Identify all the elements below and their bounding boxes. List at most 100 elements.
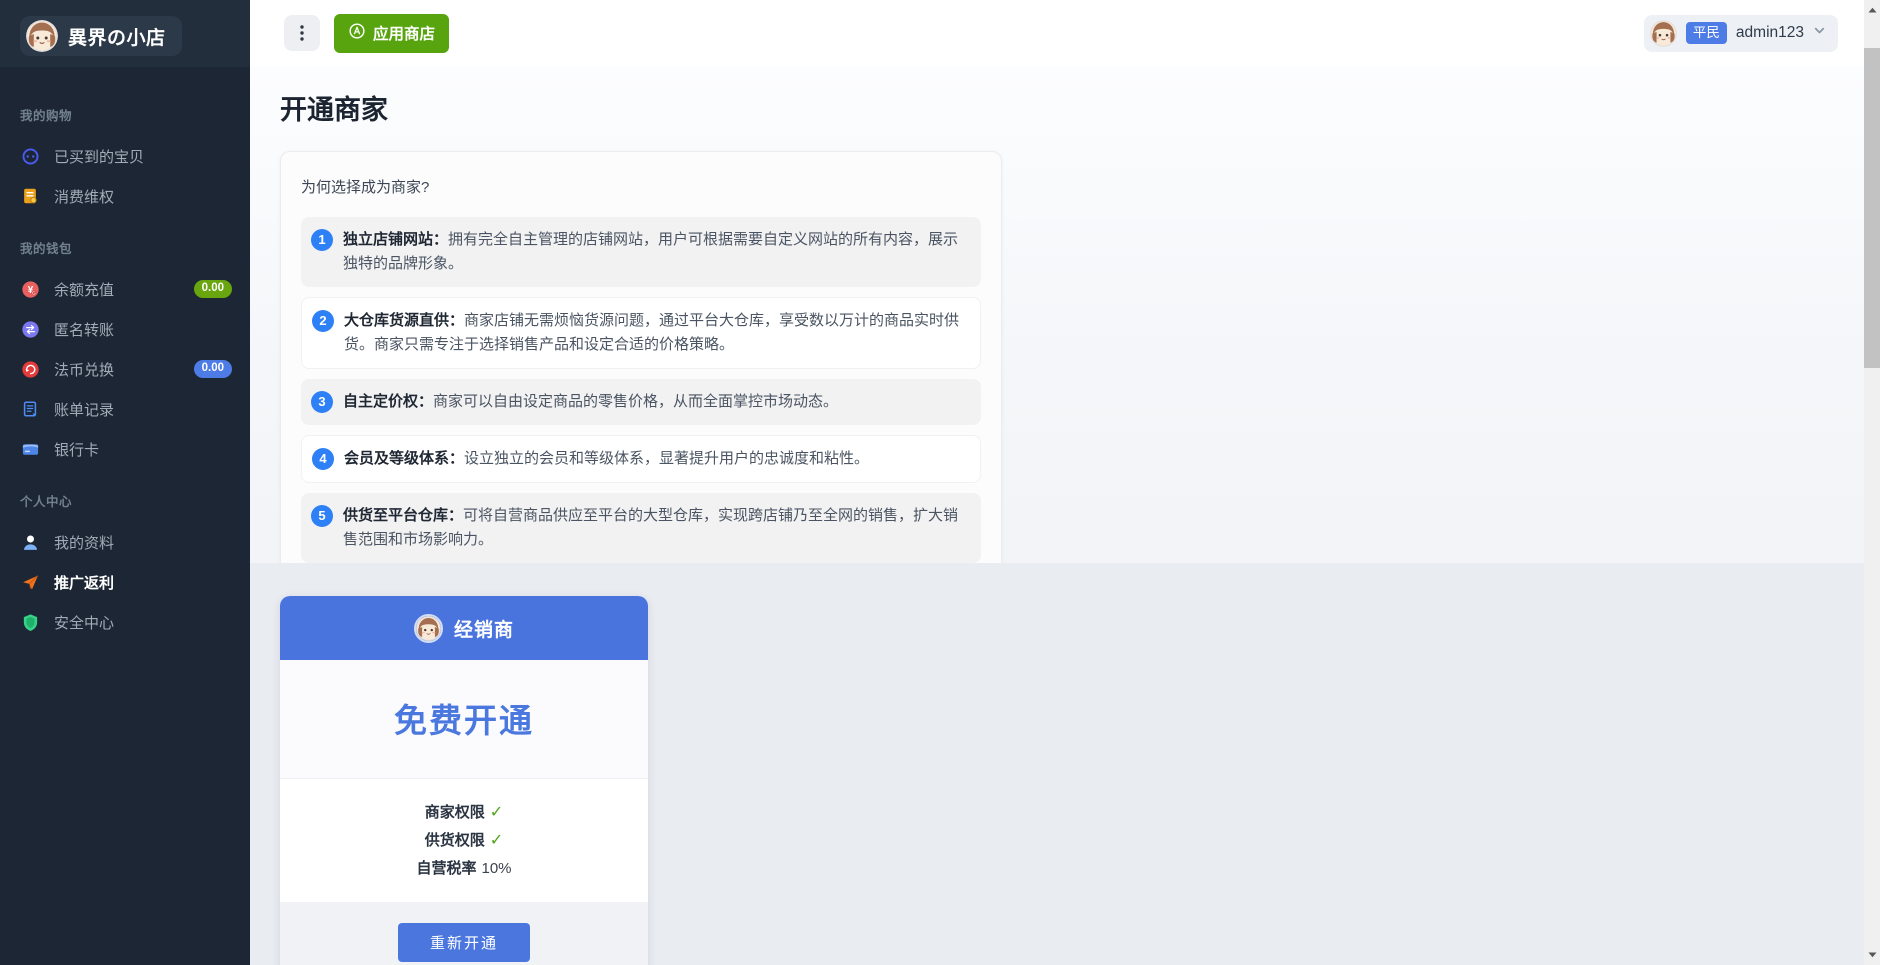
recharge-icon: ¥G <box>20 279 40 299</box>
promotion-icon <box>20 572 40 592</box>
merchant-section: 开通商家 为何选择成为商家? 1独立店铺网站：拥有完全自主管理的店铺网站，用户可… <box>250 66 1864 563</box>
app-store-label: 应用商店 <box>373 22 435 44</box>
sidebar-item-label: 匿名转账 <box>54 319 114 340</box>
feature-value: 10% <box>481 860 511 877</box>
plan-feature: 自营税率 10% <box>280 857 648 878</box>
price-block: 免费开通 <box>280 660 648 779</box>
sidebar-item-bill-records[interactable]: 账单记录 <box>0 389 250 429</box>
page-scrollbar[interactable] <box>1864 0 1880 965</box>
sidebar-item-label: 账单记录 <box>54 399 114 420</box>
amount-badge: 0.00 <box>194 360 232 378</box>
app-root: 異界の小店 我的购物已买到的宝贝消费维权我的钱包 ¥G 余额充值 0.00 匿名转账法币… <box>0 0 1880 965</box>
check-icon: ✓ <box>490 832 503 849</box>
sidebar-item-label: 安全中心 <box>54 612 114 633</box>
benefit-number-badge: 2 <box>312 310 334 332</box>
benefits-list: 1独立店铺网站：拥有完全自主管理的店铺网站，用户可根据需要自定义网站的所有内容，… <box>301 217 981 563</box>
consumer-rights-icon <box>20 186 40 206</box>
benefit-item-4: 4 会员及等级体系：设立独立的会员和等级体系，显著提升用户的忠诚度和粘性。 <box>301 435 981 483</box>
benefits-question: 为何选择成为商家? <box>301 176 981 197</box>
benefit-item-1: 1独立店铺网站：拥有完全自主管理的店铺网站，用户可根据需要自定义网站的所有内容，… <box>301 217 981 287</box>
chevron-down-icon <box>1813 24 1826 42</box>
sidebar-item-label: 余额充值 <box>54 279 114 300</box>
kebab-icon <box>295 24 309 42</box>
profile-icon <box>20 532 40 552</box>
benefit-item-5: 5供货至平台仓库：可将自营商品供应至平台的大型仓库，实现跨店铺乃至全网的销售，扩… <box>301 493 981 563</box>
sidebar-item-anonymous-transfer[interactable]: 匿名转账 <box>0 309 250 349</box>
user-menu[interactable]: 平民 admin123 <box>1644 15 1838 52</box>
security-icon <box>20 612 40 632</box>
benefit-number-badge: 1 <box>311 229 333 251</box>
app-title: 異界の小店 <box>68 23 166 50</box>
transfer-icon <box>20 319 40 339</box>
plan-name: 经销商 <box>454 615 514 642</box>
app-store-icon <box>348 22 366 45</box>
svg-text:G: G <box>31 290 35 296</box>
app-store-button[interactable]: 应用商店 <box>334 14 449 53</box>
user-avatar <box>1650 20 1677 47</box>
scrollbar-down-arrow[interactable] <box>1864 947 1880 963</box>
sidebar-item-promotion-rebate[interactable]: 推广返利 <box>0 562 250 602</box>
sidebar-item-label: 我的资料 <box>54 532 114 553</box>
sidebar-item-label: 法币兑换 <box>54 359 114 380</box>
sidebar-section-label: 个人中心 <box>0 469 250 522</box>
benefit-description: 设立独立的会员和等级体系，显著提升用户的忠诚度和粘性。 <box>464 450 869 467</box>
page-title: 开通商家 <box>280 88 1864 127</box>
benefit-title: 独立店铺网站： <box>343 231 448 248</box>
price-text: 免费开通 <box>394 702 534 739</box>
features-list: 商家权限 ✓ 供货权限 ✓ 自营税率 10% <box>280 779 648 902</box>
bank-card-icon <box>20 439 40 459</box>
pricing-card-header: 经销商 <box>280 596 648 660</box>
sidebar-item-bank-card[interactable]: 银行卡 <box>0 429 250 469</box>
feature-label: 自营税率 <box>416 860 476 877</box>
app-logo[interactable]: 異界の小店 <box>20 16 182 56</box>
benefit-description: 商家可以自由设定商品的零售价格，从而全面掌控市场动态。 <box>433 393 838 410</box>
plan-feature: 供货权限 ✓ <box>280 829 648 850</box>
amount-badge: 0.00 <box>194 280 232 298</box>
menu-kebab-button[interactable] <box>284 15 320 51</box>
benefit-number-badge: 5 <box>311 505 333 527</box>
topbar: 应用商店 平民 admin123 <box>250 0 1864 66</box>
sidebar-item-label: 已买到的宝贝 <box>54 146 144 167</box>
sidebar-item-security-center[interactable]: 安全中心 <box>0 602 250 642</box>
purchases-icon <box>20 146 40 166</box>
pricing-section: 经销商 免费开通 商家权限 ✓ 供货权限 ✓ 自营税率 10% 重新开通 <box>250 563 1864 965</box>
merchant-benefits-card: 为何选择成为商家? 1独立店铺网站：拥有完全自主管理的店铺网站，用户可根据需要自… <box>280 151 1002 586</box>
sidebar-item-profile[interactable]: 我的资料 <box>0 522 250 562</box>
user-role-badge: 平民 <box>1686 22 1727 44</box>
check-icon: ✓ <box>490 804 503 821</box>
benefit-title: 自主定价权： <box>343 393 433 410</box>
dealer-pricing-card: 经销商 免费开通 商家权限 ✓ 供货权限 ✓ 自营税率 10% 重新开通 <box>280 596 648 965</box>
sidebar-section-label: 我的购物 <box>0 83 250 136</box>
sidebar-nav: 我的购物已买到的宝贝消费维权我的钱包 ¥G 余额充值 0.00 匿名转账法币兑换 0.00… <box>0 67 250 642</box>
benefit-title: 大仓库货源直供： <box>344 312 464 329</box>
sidebar-item-fiat-exchange[interactable]: 法币兑换 0.00 <box>0 349 250 389</box>
sidebar-item-consumer-rights[interactable]: 消费维权 <box>0 176 250 216</box>
plan-feature: 商家权限 ✓ <box>280 801 648 822</box>
app-logo-avatar-icon <box>26 20 58 52</box>
sidebar-item-label: 银行卡 <box>54 439 99 460</box>
sidebar-header: 異界の小店 <box>0 0 250 67</box>
sidebar: 異界の小店 我的购物已买到的宝贝消费维权我的钱包 ¥G 余额充值 0.00 匿名转账法币… <box>0 0 250 965</box>
sidebar-item-recharge[interactable]: ¥G 余额充值 0.00 <box>0 269 250 309</box>
scrollbar-thumb[interactable] <box>1864 48 1880 368</box>
username: admin123 <box>1736 24 1804 42</box>
bills-icon <box>20 399 40 419</box>
benefit-item-2: 2大仓库货源直供：商家店铺无需烦恼货源问题，通过平台大仓库，享受数以万计的商品实… <box>301 297 981 369</box>
scrollbar-up-arrow[interactable] <box>1864 2 1880 18</box>
benefit-title: 供货至平台仓库： <box>343 507 463 524</box>
main-content: 开通商家 为何选择成为商家? 1独立店铺网站：拥有完全自主管理的店铺网站，用户可… <box>250 66 1864 965</box>
benefit-number-badge: 3 <box>311 391 333 413</box>
benefit-item-3: 3 自主定价权：商家可以自由设定商品的零售价格，从而全面掌控市场动态。 <box>301 379 981 425</box>
pricing-card-footer: 重新开通 <box>280 902 648 965</box>
reopen-button[interactable]: 重新开通 <box>398 923 530 962</box>
exchange-icon <box>20 359 40 379</box>
sidebar-section-label: 我的钱包 <box>0 216 250 269</box>
dealer-avatar-icon <box>414 614 443 643</box>
feature-label: 供货权限 <box>425 832 485 849</box>
sidebar-item-purchases[interactable]: 已买到的宝贝 <box>0 136 250 176</box>
sidebar-item-label: 消费维权 <box>54 186 114 207</box>
benefit-number-badge: 4 <box>312 448 334 470</box>
sidebar-item-label: 推广返利 <box>54 572 114 593</box>
benefit-title: 会员及等级体系： <box>344 450 464 467</box>
feature-label: 商家权限 <box>425 804 485 821</box>
